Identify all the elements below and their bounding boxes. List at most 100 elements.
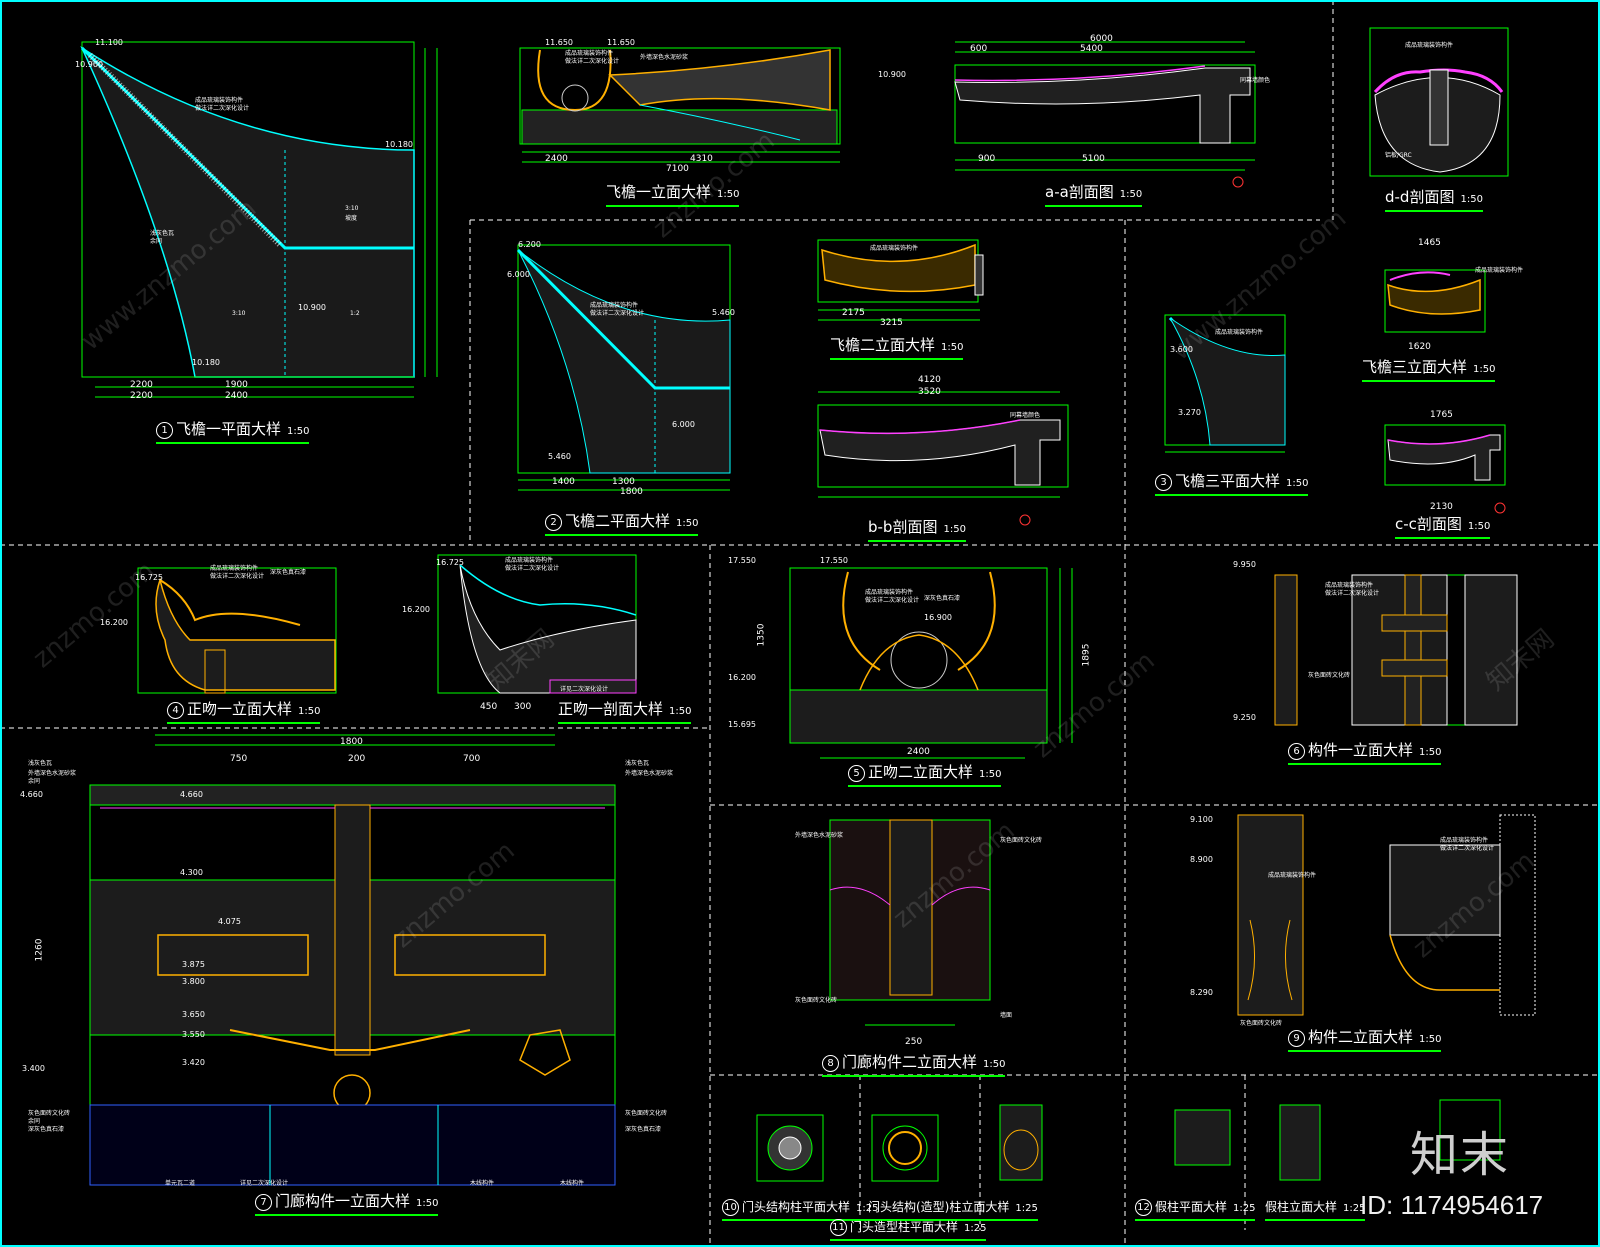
dim-text: 1800 [340,737,363,747]
dim-text: 1620 [1408,342,1431,352]
drawing-sheet [0,0,1600,1247]
elev-1-drawing [519,47,841,163]
level-mark: 11.100 [95,38,123,47]
level-mark: 5.460 [548,452,571,461]
level-mark: 10.900 [75,60,103,69]
level-mark: 9.100 [1190,815,1213,824]
level-mark: 17.550 [728,556,756,565]
level-mark: 6.000 [672,420,695,429]
level-mark: 16.900 [924,613,952,622]
level-mark: 3.650 [182,1010,205,1019]
level-mark: 3.875 [182,960,205,969]
title-section-cc: c-c剖面图 1:50 [1395,515,1491,539]
annotation: 做法详二次深化设计 [195,105,250,112]
title-decor-column-plan: 11 门头造型柱平面大样 1:25 [830,1218,987,1241]
dim-text: 1800 [620,487,643,497]
level-mark: 16.725 [135,573,163,582]
title-elev-3: 飞檐三立面大样 1:50 [1362,358,1496,382]
title-section-aa: a-a剖面图 1:50 [1045,183,1143,207]
annotation: 成品琉璃装饰构件 [1405,42,1454,49]
plan-1-drawing [80,41,438,398]
annotation: 灰色面砖文化砖 [1240,1020,1283,1027]
annotation: 详见二次深化设计 [560,686,609,693]
annotation: 灰色面砖文化砖 [1000,837,1043,844]
dim-text: 250 [905,1037,923,1047]
level-mark: 16.725 [436,558,464,567]
dim-text: 2400 [225,391,248,401]
annotation: 成品琉璃装饰构件 [870,245,919,252]
level-mark: 15.695 [728,720,756,729]
dim-text: 5100 [1082,154,1105,164]
annotation: 1:2 [350,310,360,317]
level-mark: 3.400 [22,1064,45,1073]
level-mark: 10.900 [878,70,906,79]
dim-text: 1350 [756,623,767,647]
level-mark: 11.650 [545,38,573,47]
title-elev-2: 飞檐二立面大样 1:50 [830,336,964,360]
level-mark: 3.600 [1170,345,1193,354]
title-porch-component-1: 7 门廊构件一立面大样 1:50 [255,1192,439,1216]
dim-text: 600 [970,44,988,54]
dim-text: 1400 [552,477,575,487]
level-mark: 3.550 [182,1030,205,1039]
title-section-bb: b-b剖面图 1:50 [868,518,966,542]
annotation: 做法详二次深化设计 [1440,845,1495,852]
level-mark: 10.900 [298,303,326,312]
level-mark: 5.460 [712,308,735,317]
level-mark: 9.250 [1233,713,1256,722]
annotation: 3:10 [232,310,246,317]
level-mark: 10.180 [385,140,413,149]
annotation: 3:10 [345,205,359,212]
level-mark: 4.660 [180,790,203,799]
annotation: 墙面 [1000,1012,1013,1019]
title-ridge-2-elev: 5 正吻二立面大样 1:50 [848,763,1002,787]
level-mark: 10.180 [192,358,220,367]
level-mark: 16.200 [100,618,128,627]
annotation: 木线构件 [560,1180,585,1187]
dim-text: 1465 [1418,238,1441,248]
level-mark: 6.200 [518,240,541,249]
dim-text: 2400 [545,154,568,164]
ridge-1-elev-drawing [137,567,337,694]
annotation: 深灰色真石漆 [625,1126,662,1133]
elev-3-drawing [1384,269,1486,333]
dim-text: 700 [463,754,481,764]
level-mark: 4.300 [180,868,203,877]
annotation: 成品琉璃装饰构件 [1215,329,1264,336]
level-mark: 3.270 [1178,408,1201,417]
annotation: 做法详二次深化设计 [210,573,265,580]
title-section-dd: d-d剖面图 1:50 [1385,188,1483,212]
annotation: 做法详二次深化设计 [590,310,645,317]
dim-text: 1300 [612,477,635,487]
dim-text: 3520 [918,387,941,397]
annotation: 同幕墙颜色 [1010,412,1041,419]
annotation: 成品琉璃装饰构件 [1475,267,1524,274]
level-mark: 8.900 [1190,855,1213,864]
dim-text: 1895 [1081,643,1092,667]
section-aa-drawing [954,41,1256,171]
annotation: 余同 [150,238,163,245]
title-fake-column-elev: 假柱立面大样 1:25 [1265,1198,1366,1221]
dim-text: 2200 [130,391,153,401]
dim-text: 450 [480,702,498,712]
dim-text: 4310 [690,154,713,164]
level-mark: 9.950 [1233,560,1256,569]
dim-text: 4120 [918,375,941,385]
annotation: 木线构件 [470,1180,495,1187]
annotation: 深灰色真石漆 [924,595,961,602]
annotation: 做法详二次深化设计 [1325,590,1380,597]
annotation: 浅灰色瓦 [625,760,650,767]
annotation: 外墙深色水泥砂浆 [625,770,674,777]
annotation: 灰色面砖文化砖 [795,997,838,1004]
annotation: 余同 [28,778,41,785]
dim-text: 2200 [130,380,153,390]
column-details-drawing [756,1099,1501,1182]
annotation: 外墙深色水泥砂浆 [640,54,689,61]
dim-text: 6000 [1090,34,1113,44]
level-mark: 6.000 [507,270,530,279]
document-id: ID: 1174954617 [1360,1190,1544,1220]
annotation: 同幕墙颜色 [1240,77,1271,84]
annotation: 做法详二次深化设计 [565,58,620,65]
level-mark: 4.075 [218,917,241,926]
title-elev-1: 飞檐一立面大样 1:50 [606,183,740,207]
